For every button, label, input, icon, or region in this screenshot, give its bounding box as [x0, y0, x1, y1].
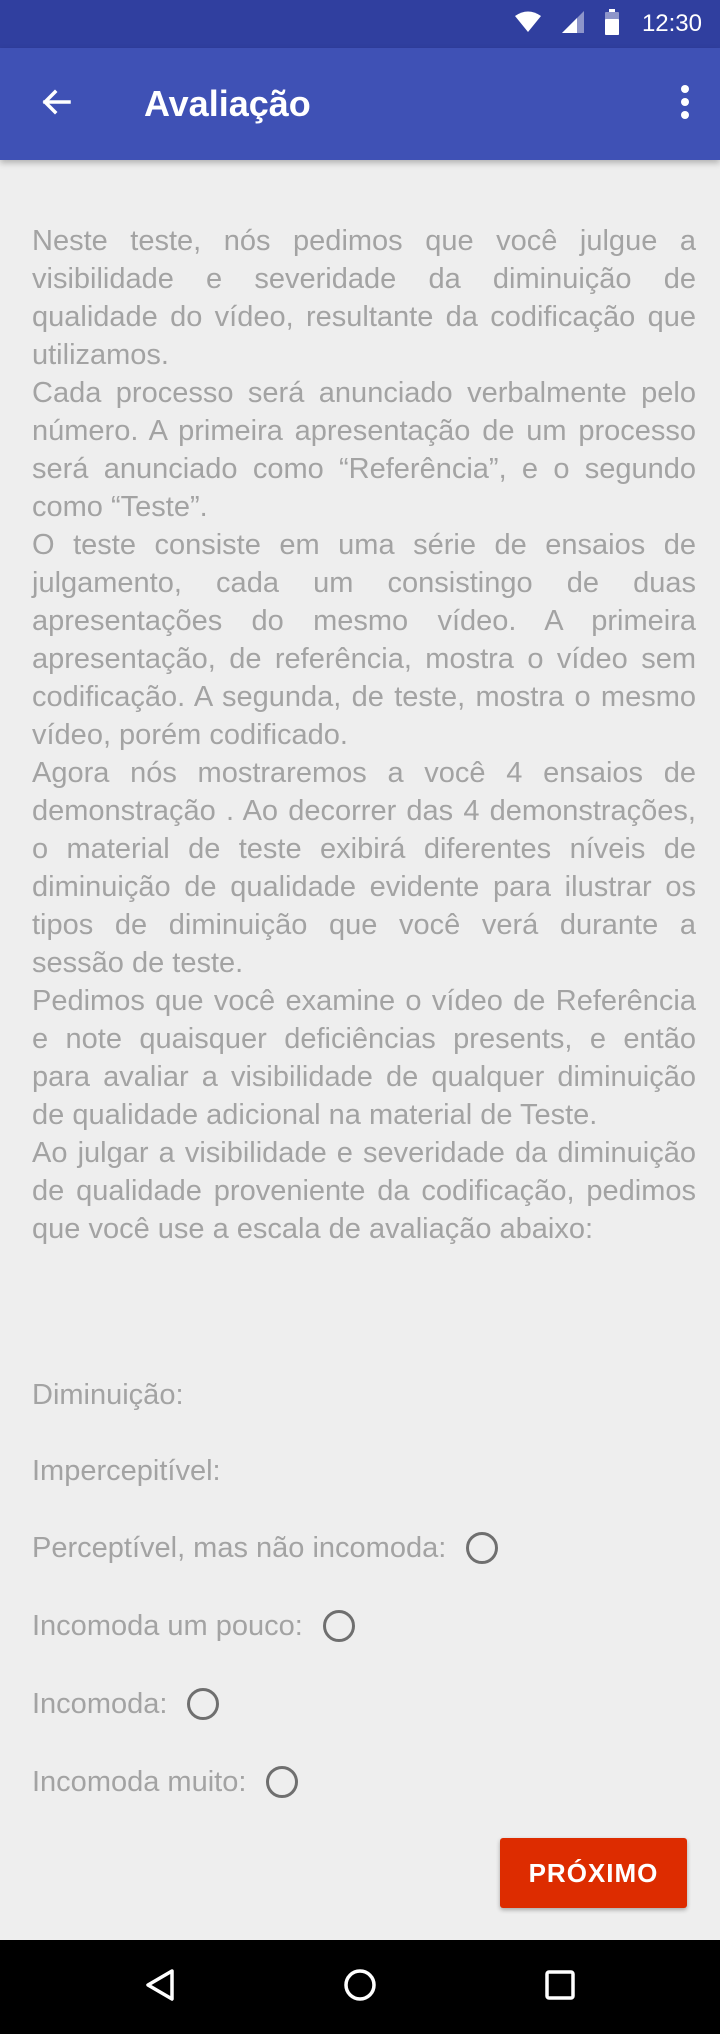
nav-recents-button[interactable]	[536, 1963, 584, 2011]
instruction-paragraph: Ao julgar a visibilidade e severidade da…	[32, 1137, 696, 1245]
rating-option-label: Incomoda um pouco:	[32, 1610, 303, 1642]
navigation-bar	[0, 1940, 720, 2034]
rating-option-label: Incomoda:	[32, 1688, 168, 1720]
page-title: Avaliação	[144, 83, 311, 124]
status-time: 12:30	[641, 10, 702, 37]
radio-button[interactable]	[322, 1610, 355, 1642]
instruction-paragraph: Neste teste, nós pedimos que você julgue…	[32, 225, 696, 371]
next-button[interactable]: PRÓXIMO	[500, 1838, 687, 1908]
back-triangle-icon	[143, 1967, 177, 2008]
status-bar: 12:30	[0, 0, 720, 48]
battery-icon	[604, 8, 620, 40]
recents-square-icon	[543, 1968, 577, 2007]
rating-option-very-annoying[interactable]: Incomoda muito:	[32, 1762, 299, 1802]
radio-button[interactable]	[187, 1688, 220, 1720]
instruction-paragraph: O teste consiste em uma série de ensaios…	[32, 529, 696, 751]
instruction-paragraph: Agora nós mostraremos a você 4 ensaios d…	[32, 757, 696, 979]
nav-back-button[interactable]	[136, 1963, 184, 2011]
radio-button[interactable]	[466, 1532, 499, 1564]
rating-option-label: Incomoda muito:	[32, 1766, 247, 1798]
rating-option-perceptible[interactable]: Perceptível, mas não incomoda:	[32, 1528, 499, 1568]
back-button[interactable]	[28, 80, 84, 128]
instruction-paragraph: Cada processo será anunciado verbalmente…	[32, 377, 696, 523]
app-bar: Avaliação	[0, 48, 720, 160]
instructions: Neste teste, nós pedimos que você julgue…	[32, 222, 696, 1248]
instruction-paragraph: Pedimos que você examine o vídeo de Refe…	[32, 985, 696, 1131]
scale-imperceptible-label: Impercepitível:	[32, 1455, 221, 1487]
radio-button[interactable]	[266, 1766, 299, 1798]
overflow-menu-button[interactable]	[672, 80, 698, 128]
scale-heading: Diminuição:	[32, 1379, 184, 1411]
arrow-back-icon	[40, 86, 72, 123]
rating-option-label: Perceptível, mas não incomoda:	[32, 1532, 447, 1564]
nav-home-button[interactable]	[336, 1963, 384, 2011]
home-circle-icon	[342, 1967, 378, 2008]
wifi-icon	[514, 11, 542, 38]
signal-icon	[560, 10, 586, 39]
rating-option-annoying[interactable]: Incomoda:	[32, 1684, 220, 1724]
more-vert-icon	[680, 84, 690, 124]
status-icons: 12:30	[514, 0, 702, 48]
rating-option-slightly-annoying[interactable]: Incomoda um pouco:	[32, 1606, 355, 1646]
